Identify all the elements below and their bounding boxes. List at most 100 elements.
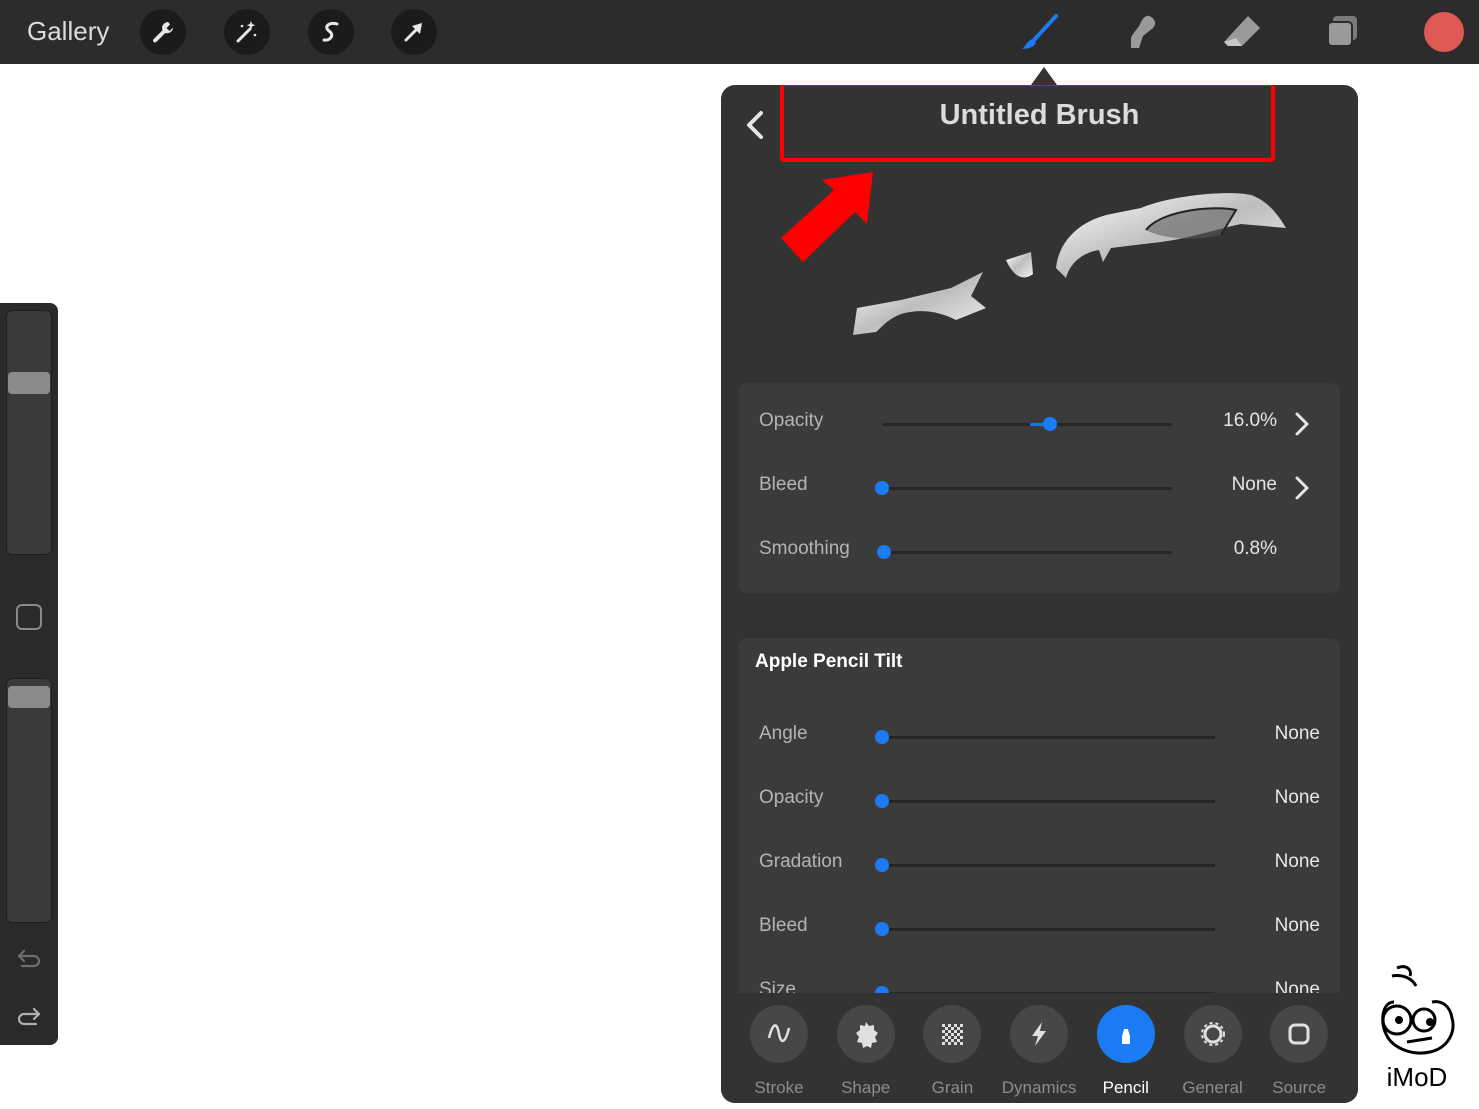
highlight-box [780,85,1275,162]
smudge-tool-button[interactable] [1117,8,1165,56]
left-sidebar [0,303,58,1045]
magic-wand-icon [236,21,257,43]
modify-button[interactable] [16,604,42,630]
pencil-icon [1121,1023,1130,1044]
setting-slider-track[interactable] [882,736,1215,739]
tab-shape[interactable]: Shape [826,1003,906,1097]
setting-label: Gradation [759,851,843,872]
setting-slider-track[interactable] [882,487,1172,490]
tab-icon-circle [750,1005,808,1063]
setting-row-opacity[interactable]: Opacity 16.0% [738,403,1340,443]
watermark-text: iMoD [1386,1062,1448,1092]
setting-slider-knob[interactable] [875,794,889,808]
grain-icon [942,1024,964,1045]
tab-label: General [1182,1078,1243,1097]
brush-stroke-preview [853,193,1286,335]
eraser-icon [1224,16,1260,46]
transform-button[interactable] [391,9,437,55]
actions-button[interactable] [140,9,186,55]
setting-value[interactable]: None [1232,474,1277,496]
tab-label: Dynamics [1001,1078,1077,1097]
setting-row-bleed[interactable]: Bleed None [738,467,1340,507]
setting-slider-knob[interactable] [875,481,889,495]
setting-slider-knob[interactable] [875,922,889,936]
brush-studio-panel: Untitled Brush Opacity 16.0% Bleed None Smoo… [721,85,1358,1103]
transform-arrow-icon [404,23,422,42]
chevron-right-icon[interactable] [1294,411,1310,437]
general-icon [1200,1022,1225,1046]
brush-size-slider[interactable] [6,310,52,555]
setting-label: Opacity [759,787,824,808]
eraser-tool-button[interactable] [1218,8,1266,56]
setting-slider-knob[interactable] [875,730,889,744]
setting-label: Opacity [759,410,824,431]
stroke-icon [767,1024,791,1042]
brush-opacity-slider[interactable] [6,678,52,923]
shape-icon [855,1022,878,1048]
general-settings-section: Opacity 16.0% Bleed None Smoothing 0.8% [738,383,1340,593]
tab-icon-circle [1010,1005,1069,1063]
panel-caret [1031,67,1057,85]
setting-slider-knob[interactable] [875,858,889,872]
layers-icon [1327,16,1357,47]
tab-icon-circle [1096,1005,1155,1063]
setting-label: Bleed [759,915,808,936]
smudge-icon [1131,15,1156,49]
setting-row-gradation[interactable]: Gradation None [738,844,1340,884]
color-picker-button[interactable] [1424,12,1464,52]
setting-value[interactable]: None [1275,851,1320,873]
tab-stroke[interactable]: Stroke [739,1003,819,1097]
brush-icon [1022,14,1058,49]
adjustments-button[interactable] [224,9,270,55]
tab-label: Stroke [754,1078,804,1097]
setting-slider-knob[interactable] [877,545,892,559]
top-toolbar: Gallery [0,0,1479,64]
tab-icon-circle [1270,1005,1329,1063]
setting-value[interactable]: None [1275,915,1320,937]
setting-slider-track[interactable] [882,551,1172,554]
brush-opacity-thumb[interactable] [8,685,50,708]
setting-label: Bleed [759,474,808,495]
brush-tool-button[interactable] [1016,8,1064,56]
setting-row-angle[interactable]: Angle None [738,716,1340,756]
layers-button[interactable] [1319,8,1367,56]
tab-icon-circle [923,1005,982,1063]
tab-label: Shape [841,1078,891,1097]
tab-dynamics[interactable]: Dynamics [999,1003,1079,1097]
redo-icon[interactable] [14,1001,44,1031]
setting-row-opacity[interactable]: Opacity None [738,780,1340,820]
apple-pencil-tilt-section: Apple Pencil Tilt Angle None Opacity None Gr… [738,638,1340,1038]
setting-slider-track[interactable] [882,928,1215,931]
brush-size-thumb[interactable] [8,372,50,395]
setting-value[interactable]: None [1275,723,1320,745]
setting-slider-track[interactable] [882,423,1172,426]
tab-label: Pencil [1102,1078,1149,1097]
tab-icon-circle [836,1005,895,1063]
brush-studio-tabs: Stroke Shape Grain Dynamics Pencil General Sou… [721,993,1358,1103]
setting-value[interactable]: 16.0% [1223,410,1277,432]
tab-icon-circle [1183,1005,1242,1063]
gallery-button[interactable]: Gallery [27,16,109,47]
selection-icon [322,22,339,42]
setting-value[interactable]: None [1275,787,1320,809]
setting-label: Smoothing [759,538,850,559]
undo-icon[interactable] [14,943,44,973]
tab-source[interactable]: Source [1259,1003,1339,1097]
setting-slider-knob[interactable] [1043,417,1058,431]
tab-general[interactable]: General [1173,1003,1253,1097]
setting-row-bleed[interactable]: Bleed None [738,908,1340,948]
setting-value[interactable]: 0.8% [1234,538,1277,560]
setting-row-smoothing[interactable]: Smoothing 0.8% [738,531,1340,571]
setting-label: Angle [759,723,808,744]
watermark-mascot-logo [1381,965,1455,1055]
tab-label: Grain [931,1078,974,1097]
setting-slider-track[interactable] [882,800,1215,803]
tab-pencil[interactable]: Pencil [1086,1003,1166,1097]
chevron-right-icon[interactable] [1294,475,1310,501]
selection-button[interactable] [308,9,354,55]
tab-label: Source [1272,1078,1327,1097]
source-icon [1288,1023,1310,1045]
dynamics-icon [1032,1022,1047,1046]
tab-grain[interactable]: Grain [912,1003,992,1097]
setting-slider-track[interactable] [882,864,1215,867]
